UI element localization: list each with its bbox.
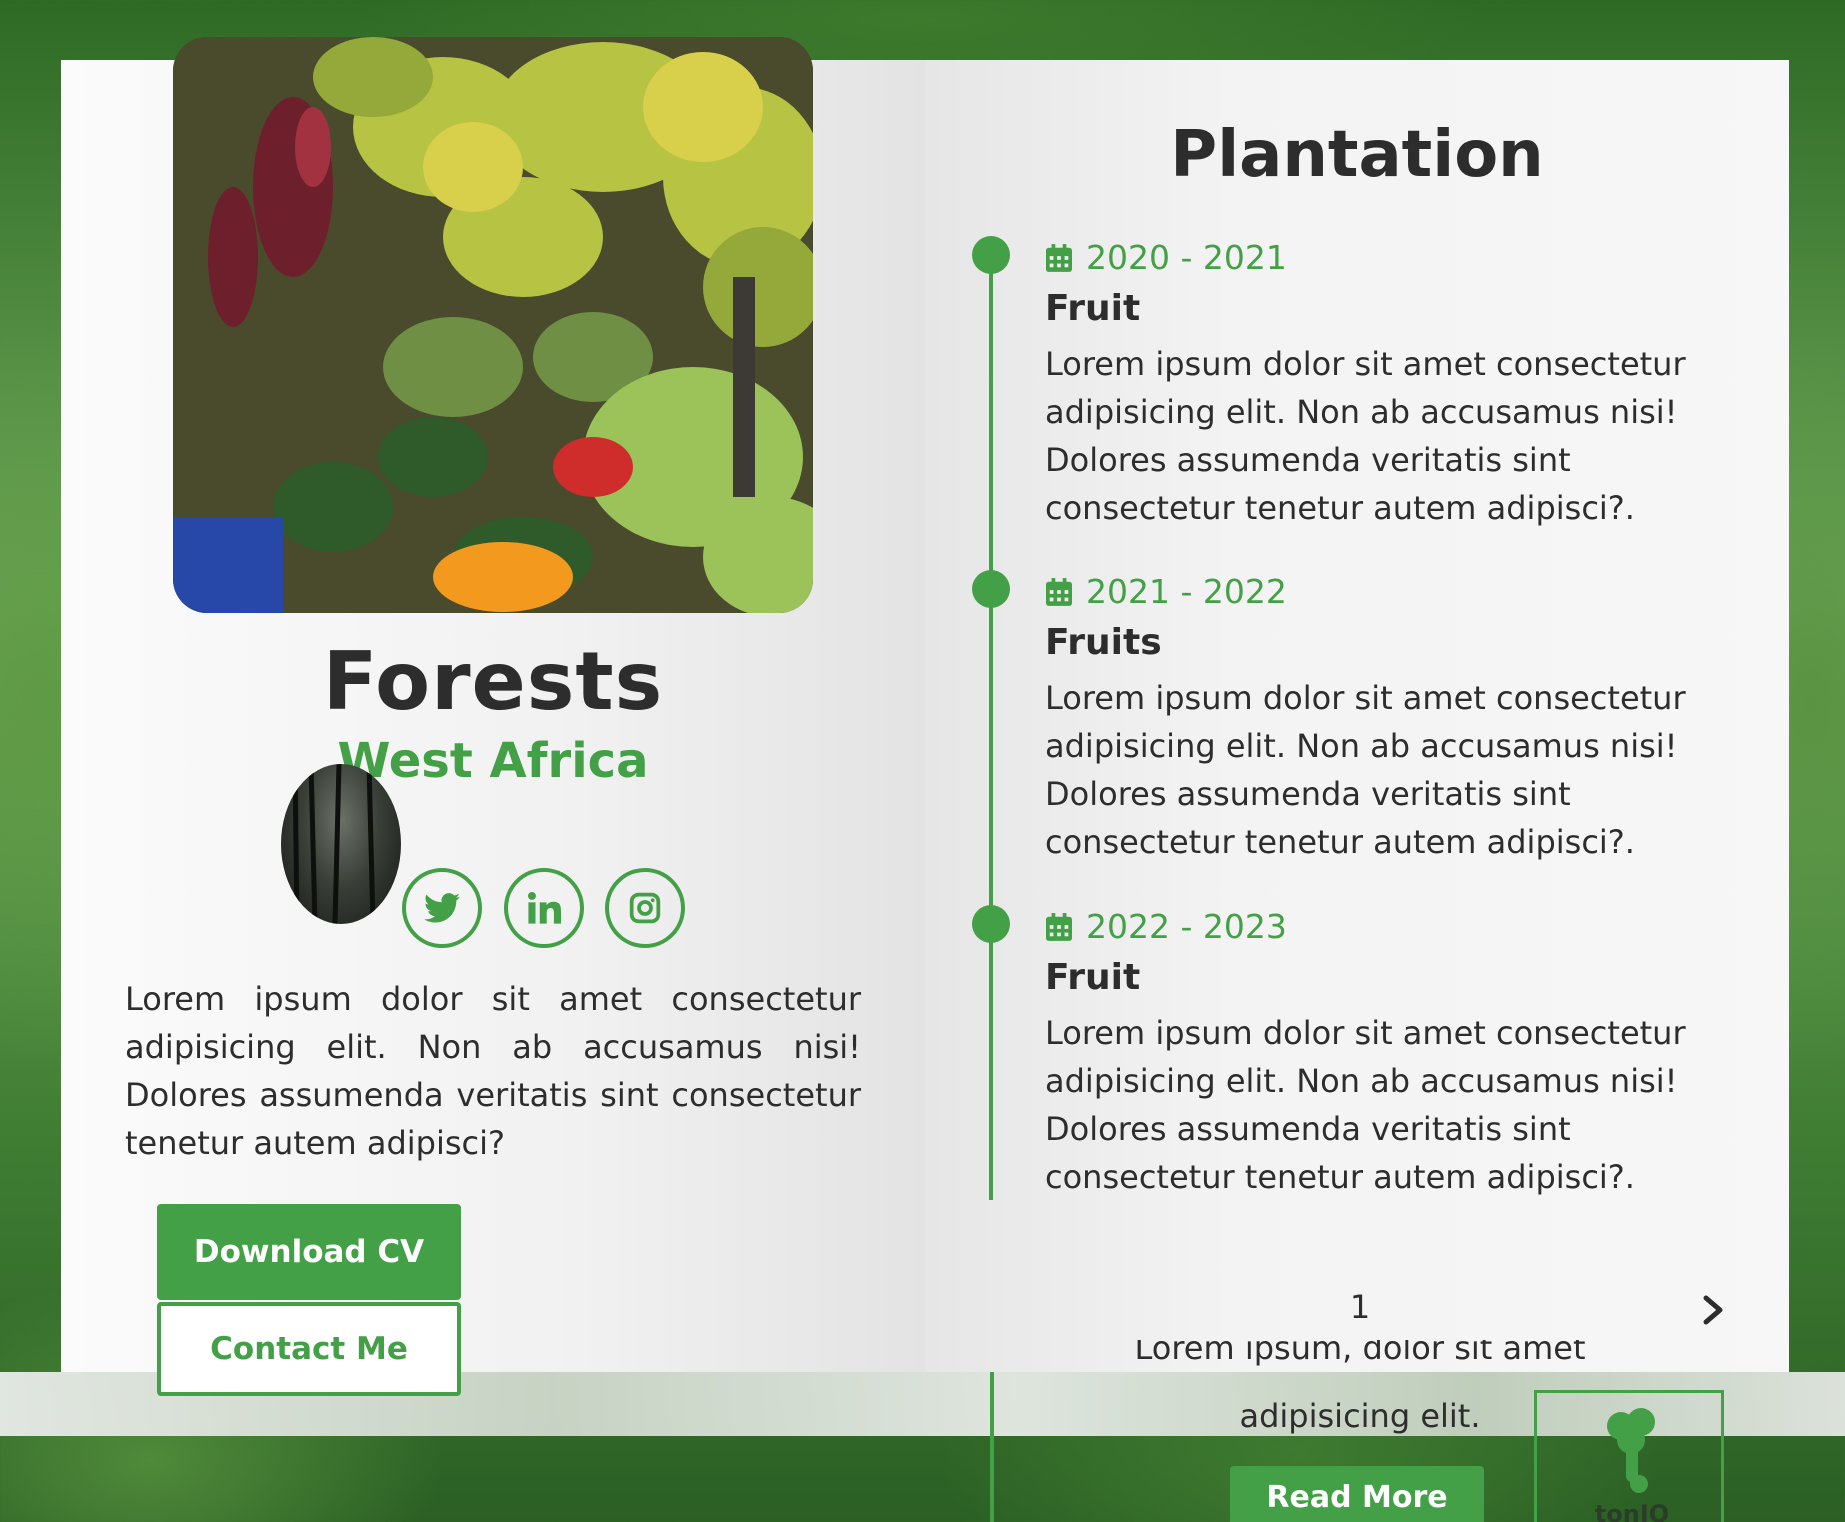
timeline-date-label: 2022 - 2023 xyxy=(1086,907,1287,946)
timeline-date: 2021 - 2022 xyxy=(1046,572,1287,611)
hero-photo-fruit-market xyxy=(173,37,813,613)
timeline-dot xyxy=(972,236,1010,274)
card-border xyxy=(990,1372,994,1522)
avatar xyxy=(281,764,401,924)
tree-icon xyxy=(1597,1404,1667,1494)
next-page-button[interactable] xyxy=(1696,1290,1730,1330)
calendar-icon xyxy=(1046,912,1072,941)
timeline-date-label: 2020 - 2021 xyxy=(1086,238,1287,277)
contact-me-button[interactable]: Contact Me xyxy=(157,1302,461,1396)
page-number: 1 xyxy=(1349,1288,1371,1326)
timeline-line xyxy=(989,254,993,1200)
linkedin-icon xyxy=(527,891,561,924)
timeline-dot xyxy=(972,905,1010,943)
timeline-text: Lorem ipsum dolor sit amet consectetur a… xyxy=(1045,1014,1686,1196)
timeline-text: Lorem ipsum dolor sit amet consectetur a… xyxy=(1045,345,1686,527)
bio-text: Lorem ipsum dolor sit amet consectetur a… xyxy=(125,980,861,1162)
plantation-title: Plantation xyxy=(1170,118,1544,192)
timeline-date: 2020 - 2021 xyxy=(1046,238,1287,277)
card-text-cut-label: Lorem ipsum, dolor sit amet consectetur xyxy=(1134,1340,1586,1367)
page-subtitle: West Africa xyxy=(337,733,649,789)
read-more-button[interactable]: Read More xyxy=(1230,1466,1484,1522)
timeline-heading: Fruit xyxy=(1045,957,1141,998)
twitter-icon xyxy=(424,893,460,923)
download-cv-button[interactable]: Download CV xyxy=(157,1204,461,1300)
timeline-heading: Fruit xyxy=(1045,288,1141,329)
instagram-icon xyxy=(629,892,661,924)
timeline-dot xyxy=(972,570,1010,608)
chevron-right-icon xyxy=(1703,1295,1723,1325)
calendar-icon xyxy=(1046,243,1072,272)
timeline-date: 2022 - 2023 xyxy=(1046,907,1287,946)
page-title: Forests xyxy=(322,635,664,728)
timeline-text: Lorem ipsum dolor sit amet consectetur a… xyxy=(1045,679,1686,861)
linkedin-button[interactable] xyxy=(504,868,584,948)
tree-caption: tonIQ xyxy=(1594,1500,1670,1522)
instagram-button[interactable] xyxy=(605,868,685,948)
timeline-date-label: 2021 - 2022 xyxy=(1086,572,1287,611)
twitter-button[interactable] xyxy=(402,868,482,948)
calendar-icon xyxy=(1046,577,1072,606)
card-text-cut: Lorem ipsum, dolor sit amet consectetur xyxy=(1040,1340,1680,1374)
timeline-heading: Fruits xyxy=(1045,622,1162,663)
